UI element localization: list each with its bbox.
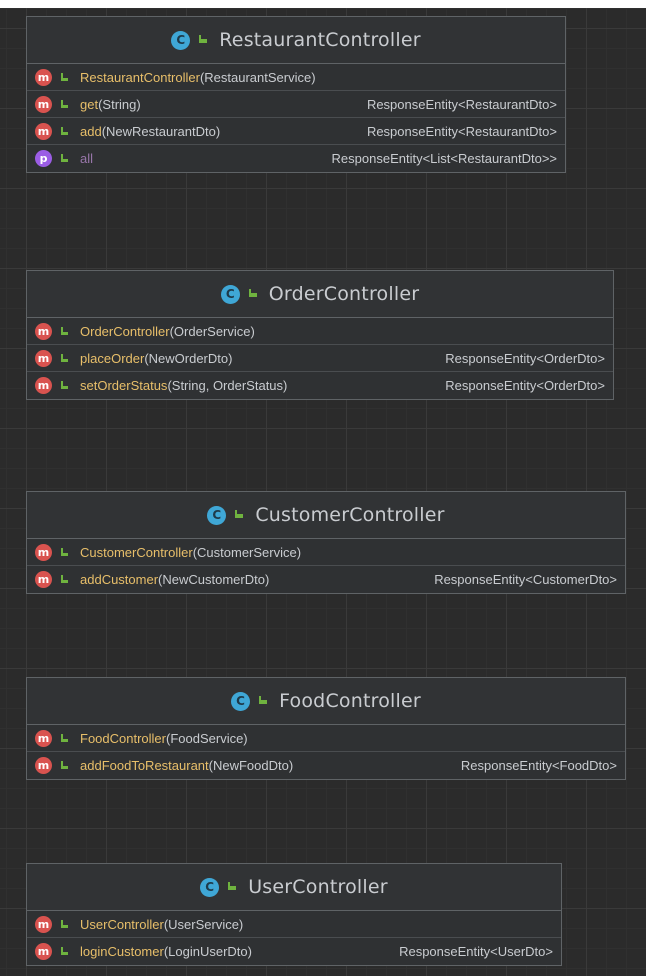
member-row[interactable]: m CustomerController (CustomerService) bbox=[27, 539, 625, 566]
class-title: UserController bbox=[248, 876, 388, 898]
member-return-type: ResponseEntity<CustomerDto> bbox=[434, 572, 617, 587]
method-icon: m bbox=[35, 122, 52, 140]
member-params: (LoginUserDto) bbox=[163, 944, 252, 959]
method-icon: m bbox=[35, 543, 52, 561]
public-visibility-icon bbox=[259, 696, 269, 706]
class-food-controller[interactable]: C FoodController m FoodController (FoodS… bbox=[26, 677, 626, 780]
class-icon: C bbox=[220, 284, 240, 304]
public-visibility-icon bbox=[61, 99, 69, 109]
member-return-type: ResponseEntity<OrderDto> bbox=[445, 378, 605, 393]
public-visibility-icon bbox=[61, 547, 69, 557]
canvas-top-edge bbox=[0, 0, 646, 8]
class-icon: C bbox=[200, 877, 220, 897]
member-params: (String) bbox=[98, 96, 141, 112]
public-visibility-icon bbox=[235, 510, 245, 520]
public-visibility-icon bbox=[228, 882, 238, 892]
member-params: (NewOrderDto) bbox=[144, 350, 233, 366]
member-name: UserController bbox=[80, 916, 164, 932]
member-name: add bbox=[80, 123, 102, 139]
method-icon: m bbox=[35, 571, 52, 588]
property-icon: p bbox=[35, 150, 52, 167]
member-return-type: ResponseEntity<List<RestaurantDto>> bbox=[331, 151, 557, 166]
member-params: (UserService) bbox=[163, 916, 244, 932]
method-icon: m bbox=[35, 322, 52, 340]
member-return-type: ResponseEntity<OrderDto> bbox=[445, 350, 605, 366]
public-visibility-icon bbox=[61, 733, 69, 743]
member-name: CustomerController bbox=[80, 544, 193, 560]
member-row[interactable]: m UserController (UserService) bbox=[27, 911, 561, 938]
member-row[interactable]: m RestaurantController (RestaurantServic… bbox=[27, 64, 565, 91]
method-icon: m bbox=[35, 943, 52, 960]
class-header[interactable]: C CustomerController bbox=[27, 492, 625, 539]
public-visibility-icon bbox=[61, 126, 69, 136]
member-params: (OrderService) bbox=[169, 323, 255, 339]
public-visibility-icon bbox=[61, 72, 69, 82]
member-name: FoodController bbox=[80, 730, 166, 746]
public-visibility-icon bbox=[199, 35, 209, 45]
public-visibility-icon bbox=[61, 381, 69, 390]
class-title: CustomerController bbox=[255, 504, 445, 526]
class-header[interactable]: C FoodController bbox=[27, 678, 625, 725]
public-visibility-icon bbox=[248, 289, 259, 299]
class-title: RestaurantController bbox=[219, 29, 421, 51]
class-order-controller[interactable]: C OrderController m OrderController (Ord… bbox=[26, 270, 614, 400]
public-visibility-icon bbox=[61, 919, 69, 929]
member-name: all bbox=[80, 151, 94, 166]
member-params: (NewCustomerDto) bbox=[158, 572, 270, 587]
class-restaurant-controller[interactable]: C RestaurantController m RestaurantContr… bbox=[26, 16, 566, 173]
member-row[interactable]: m loginCustomer (LoginUserDto) ResponseE… bbox=[27, 938, 561, 965]
method-icon: m bbox=[35, 68, 52, 86]
class-icon: C bbox=[171, 30, 191, 50]
public-visibility-icon bbox=[61, 154, 69, 163]
member-params: (RestaurantService) bbox=[199, 69, 316, 85]
public-visibility-icon bbox=[61, 353, 69, 363]
method-icon: m bbox=[35, 377, 52, 394]
member-row[interactable]: m OrderController (OrderService) bbox=[27, 318, 613, 345]
member-name: addFoodToRestaurant bbox=[80, 758, 209, 773]
member-return-type: ResponseEntity<RestaurantDto> bbox=[366, 96, 557, 112]
member-row[interactable]: m get (String) ResponseEntity<Restaurant… bbox=[27, 91, 565, 118]
member-name: addCustomer bbox=[80, 572, 159, 587]
class-title: FoodController bbox=[279, 690, 421, 712]
member-params: (NewRestaurantDto) bbox=[101, 123, 221, 139]
public-visibility-icon bbox=[61, 326, 69, 336]
member-row[interactable]: m placeOrder (NewOrderDto) ResponseEntit… bbox=[27, 345, 613, 372]
member-name: setOrderStatus bbox=[80, 378, 168, 393]
class-user-controller[interactable]: C UserController m UserController (UserS… bbox=[26, 863, 562, 966]
class-title: OrderController bbox=[268, 283, 420, 305]
method-icon: m bbox=[35, 349, 52, 367]
member-row[interactable]: m add (NewRestaurantDto) ResponseEntity<… bbox=[27, 118, 565, 145]
method-icon: m bbox=[35, 915, 52, 933]
class-header[interactable]: C RestaurantController bbox=[27, 17, 565, 64]
member-row[interactable]: m FoodController (FoodService) bbox=[27, 725, 625, 752]
member-params: (CustomerService) bbox=[192, 544, 302, 560]
class-header[interactable]: C UserController bbox=[27, 864, 561, 911]
public-visibility-icon bbox=[61, 575, 69, 584]
member-name: loginCustomer bbox=[80, 944, 164, 959]
member-row[interactable]: m addCustomer (NewCustomerDto) ResponseE… bbox=[27, 566, 625, 593]
member-return-type: ResponseEntity<RestaurantDto> bbox=[366, 123, 557, 139]
method-icon: m bbox=[35, 95, 52, 113]
member-name: get bbox=[80, 96, 99, 112]
member-row[interactable]: p all ResponseEntity<List<RestaurantDto>… bbox=[27, 145, 565, 172]
public-visibility-icon bbox=[61, 761, 69, 770]
method-icon: m bbox=[35, 757, 52, 774]
member-row[interactable]: m setOrderStatus (String, OrderStatus) R… bbox=[27, 372, 613, 399]
class-icon: C bbox=[231, 691, 251, 711]
member-name: RestaurantController bbox=[80, 69, 200, 85]
member-return-type: ResponseEntity<UserDto> bbox=[399, 944, 553, 959]
member-return-type: ResponseEntity<FoodDto> bbox=[460, 758, 617, 773]
class-customer-controller[interactable]: C CustomerController m CustomerControlle… bbox=[26, 491, 626, 594]
class-icon: C bbox=[207, 505, 227, 525]
member-params: (String, OrderStatus) bbox=[167, 378, 288, 393]
member-params: (NewFoodDto) bbox=[208, 758, 294, 773]
public-visibility-icon bbox=[61, 947, 69, 956]
member-row[interactable]: m addFoodToRestaurant (NewFoodDto) Respo… bbox=[27, 752, 625, 779]
member-name: placeOrder bbox=[80, 350, 145, 366]
class-header[interactable]: C OrderController bbox=[27, 271, 613, 318]
member-name: OrderController bbox=[80, 323, 170, 339]
member-params: (FoodService) bbox=[166, 730, 248, 746]
method-icon: m bbox=[35, 729, 52, 747]
